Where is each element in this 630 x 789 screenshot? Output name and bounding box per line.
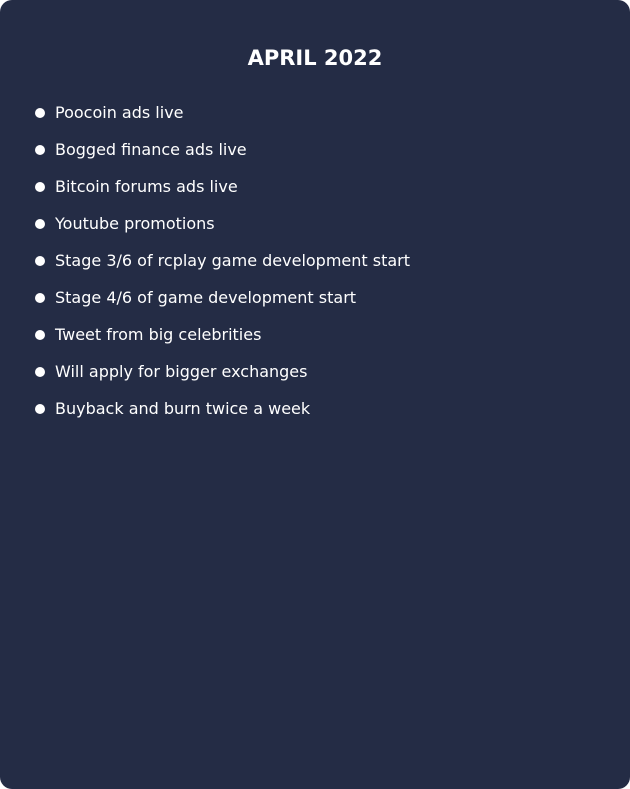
bullet-icon: [35, 181, 45, 192]
list-item-label: Buyback and burn twice a week: [55, 398, 311, 418]
list-item-label: Tweet from big celebrities: [55, 324, 262, 344]
list-item-label: Stage 3/6 of rcplay game development sta…: [55, 250, 411, 270]
card-title: APRIL 2022: [247, 46, 383, 70]
bullet-icon: [35, 107, 45, 118]
bullet-icon: [35, 218, 45, 229]
bullet-icon: [35, 329, 45, 340]
list-item: Buyback and burn twice a week: [35, 390, 410, 427]
bullet-icon: [35, 255, 45, 266]
list-item-label: Poocoin ads live: [55, 102, 184, 122]
list-item-label: Stage 4/6 of game development start: [55, 287, 357, 307]
bullet-icon: [35, 292, 45, 303]
list-item-label: Will apply for bigger exchanges: [55, 361, 308, 381]
list-item: Stage 3/6 of rcplay game development sta…: [35, 242, 410, 279]
list-item: Poocoin ads live: [35, 94, 410, 131]
list-item-label: Youtube promotions: [55, 213, 215, 233]
bullet-icon: [35, 144, 45, 155]
list-item: Bitcoin forums ads live: [35, 168, 410, 205]
bullet-icon: [35, 366, 45, 377]
bullet-icon: [35, 403, 45, 414]
list-item: Stage 4/6 of game development start: [35, 279, 410, 316]
list-item-label: Bogged finance ads live: [55, 139, 247, 159]
list-item-label: Bitcoin forums ads live: [55, 176, 238, 196]
roadmap-list: Poocoin ads live Bogged finance ads live…: [35, 94, 410, 427]
list-item: Bogged finance ads live: [35, 131, 410, 168]
list-item: Will apply for bigger exchanges: [35, 353, 410, 390]
list-item: Youtube promotions: [35, 205, 410, 242]
roadmap-card: APRIL 2022 Poocoin ads live Bogged finan…: [0, 0, 630, 789]
list-item: Tweet from big celebrities: [35, 316, 410, 353]
